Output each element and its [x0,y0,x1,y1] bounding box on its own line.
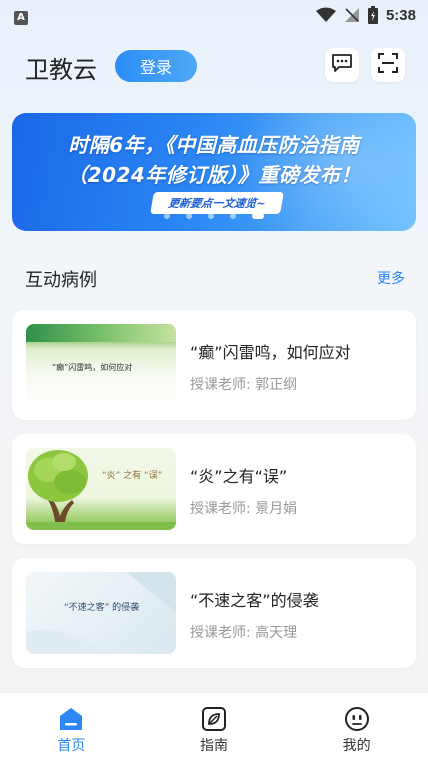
thumbnail-caption: “炎” 之有 “误” [102,471,163,481]
case-title: “炎”之有“误” [190,467,288,486]
tab-label: 首页 [57,738,86,754]
case-thumbnail: “癫”闪雷鸣，如何应对 [26,324,176,406]
carousel-dot-active[interactable] [252,213,264,219]
thumbnail-stripe [26,324,176,342]
promo-banner[interactable]: 时隔6年，《中国高血压防治指南 （2024年修订版）》重磅发布！ 更新要点一文速… [12,113,416,231]
carousel-dot[interactable] [230,213,236,219]
section-header: 互动病例 更多 [25,262,405,292]
message-button[interactable] [325,48,359,82]
wifi-icon [315,7,336,23]
status-bar: A 5:38 [0,0,428,30]
app-header: 卫教云 登录 [0,44,428,88]
banner-headline-line1: 时隔6年，《中国高血压防治指南 [68,133,360,157]
scan-button[interactable] [371,48,405,82]
home-icon [57,706,85,736]
carousel-dot[interactable] [208,213,214,219]
status-right: 5:38 [315,6,416,24]
status-time: 5:38 [385,6,416,24]
battery-icon [367,6,378,24]
thumbnail-caption: “不速之客” 的侵袭 [64,603,140,613]
tab-profile[interactable]: 我的 [285,693,428,760]
no-signal-icon [344,7,360,23]
tab-label: 我的 [342,738,371,754]
tab-home[interactable]: 首页 [0,693,143,760]
tree-illustration [26,450,176,530]
tab-label: 指南 [200,738,228,754]
case-thumbnail: “不速之客” 的侵袭 [26,572,176,654]
section-title: 互动病例 [25,270,97,291]
carousel-dot[interactable] [164,213,170,219]
guide-icon [201,706,227,736]
case-teacher: 授课老师: 景月娟 [190,501,298,517]
banner-headline-line2: （2024年修订版）》重磅发布！ [67,163,361,187]
more-link[interactable]: 更多 [377,268,405,288]
thumbnail-decoration [26,572,176,654]
notification-a-icon: A [14,10,28,25]
app-title: 卫教云 [25,56,97,84]
profile-icon [344,706,370,736]
case-title: “癫”闪雷鸣，如何应对 [190,343,351,362]
case-card[interactable]: “不速之客” 的侵袭 “不速之客”的侵袭 授课老师: 高天理 [12,558,416,668]
case-card[interactable]: “炎” 之有 “误” “炎”之有“误” 授课老师: 景月娟 [12,434,416,544]
carousel-dots [12,213,416,219]
carousel-dot[interactable] [186,213,192,219]
login-button[interactable]: 登录 [115,50,197,82]
case-card[interactable]: “癫”闪雷鸣，如何应对 “癫”闪雷鸣，如何应对 授课老师: 郭正纲 [12,310,416,420]
scan-icon [377,52,399,78]
tab-guide[interactable]: 指南 [143,693,286,760]
case-thumbnail: “炎” 之有 “误” [26,448,176,530]
thumbnail-caption: “癫”闪雷鸣，如何应对 [52,363,133,372]
case-teacher: 授课老师: 郭正纲 [190,377,298,393]
banner-pill-button[interactable]: 更新要点一文速览~ [150,192,284,214]
case-title: “不速之客”的侵袭 [190,591,319,610]
bottom-tab-bar: 首页 指南 我的 [0,692,428,760]
case-teacher: 授课老师: 高天理 [190,625,298,641]
message-icon [331,53,353,77]
status-left: A [14,6,28,25]
